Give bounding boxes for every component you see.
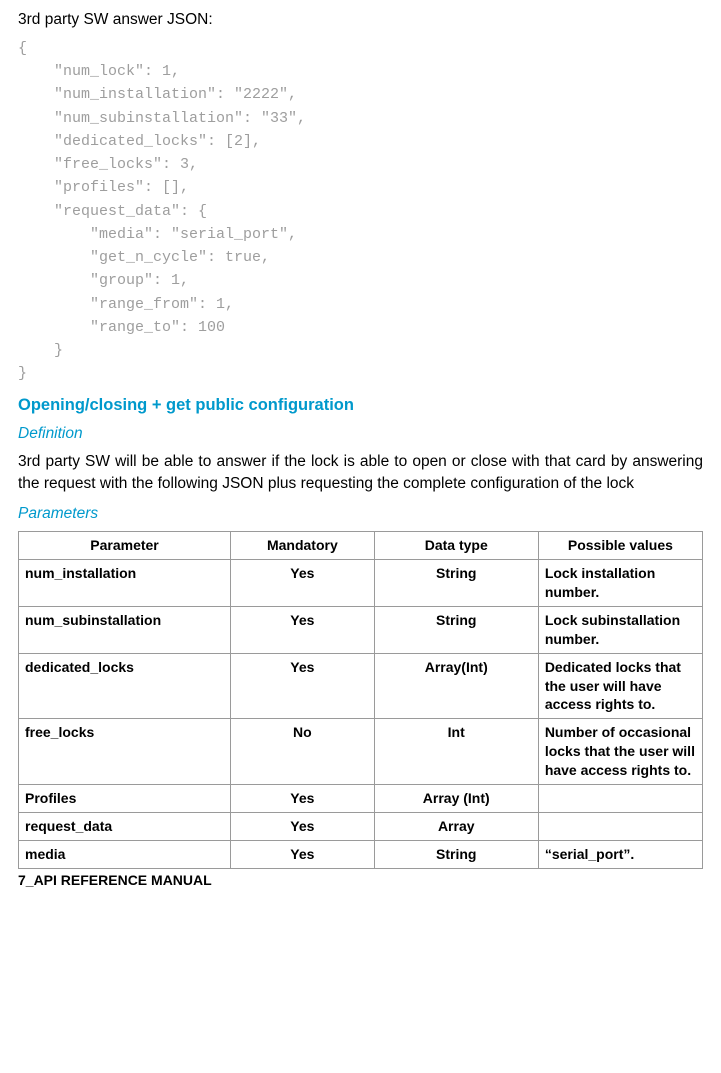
- table-row: num_installationYesStringLock installati…: [19, 560, 703, 607]
- cell-possible-values: Number of occasional locks that the user…: [538, 719, 702, 785]
- col-mandatory: Mandatory: [231, 532, 375, 560]
- table-header-row: Parameter Mandatory Data type Possible v…: [19, 532, 703, 560]
- cell-possible-values: Lock installation number.: [538, 560, 702, 607]
- cell-parameter: Profiles: [19, 784, 231, 812]
- footer-text: 7_API REFERENCE MANUAL: [18, 871, 703, 890]
- table-row: mediaYesString“serial_port”.: [19, 840, 703, 868]
- cell-mandatory: Yes: [231, 560, 375, 607]
- cell-parameter: free_locks: [19, 719, 231, 785]
- col-datatype: Data type: [374, 532, 538, 560]
- table-row: free_locksNoIntNumber of occasional lock…: [19, 719, 703, 785]
- lead-text: 3rd party SW answer JSON:: [18, 10, 703, 31]
- cell-mandatory: No: [231, 719, 375, 785]
- cell-datatype: String: [374, 606, 538, 653]
- json-code-block: { "num_lock": 1, "num_installation": "22…: [18, 37, 703, 386]
- cell-parameter: dedicated_locks: [19, 653, 231, 719]
- col-possible-values: Possible values: [538, 532, 702, 560]
- cell-datatype: Int: [374, 719, 538, 785]
- parameters-table: Parameter Mandatory Data type Possible v…: [18, 531, 703, 868]
- table-row: request_dataYesArray: [19, 812, 703, 840]
- cell-parameter: num_subinstallation: [19, 606, 231, 653]
- cell-mandatory: Yes: [231, 840, 375, 868]
- cell-mandatory: Yes: [231, 653, 375, 719]
- col-parameter: Parameter: [19, 532, 231, 560]
- table-row: num_subinstallationYesStringLock subinst…: [19, 606, 703, 653]
- parameters-heading: Parameters: [18, 504, 703, 525]
- cell-possible-values: [538, 812, 702, 840]
- cell-datatype: Array(Int): [374, 653, 538, 719]
- cell-possible-values: [538, 784, 702, 812]
- cell-possible-values: “serial_port”.: [538, 840, 702, 868]
- cell-datatype: Array: [374, 812, 538, 840]
- cell-datatype: String: [374, 560, 538, 607]
- definition-heading: Definition: [18, 424, 703, 445]
- section-heading: Opening/closing + get public configurati…: [18, 394, 703, 416]
- cell-datatype: Array (Int): [374, 784, 538, 812]
- cell-possible-values: Lock subinstallation number.: [538, 606, 702, 653]
- cell-parameter: num_installation: [19, 560, 231, 607]
- table-row: ProfilesYesArray (Int): [19, 784, 703, 812]
- cell-parameter: request_data: [19, 812, 231, 840]
- cell-mandatory: Yes: [231, 606, 375, 653]
- cell-mandatory: Yes: [231, 784, 375, 812]
- cell-mandatory: Yes: [231, 812, 375, 840]
- table-row: dedicated_locksYesArray(Int)Dedicated lo…: [19, 653, 703, 719]
- definition-text: 3rd party SW will be able to answer if t…: [18, 451, 703, 494]
- cell-parameter: media: [19, 840, 231, 868]
- cell-datatype: String: [374, 840, 538, 868]
- table-body: num_installationYesStringLock installati…: [19, 560, 703, 869]
- cell-possible-values: Dedicated locks that the user will have …: [538, 653, 702, 719]
